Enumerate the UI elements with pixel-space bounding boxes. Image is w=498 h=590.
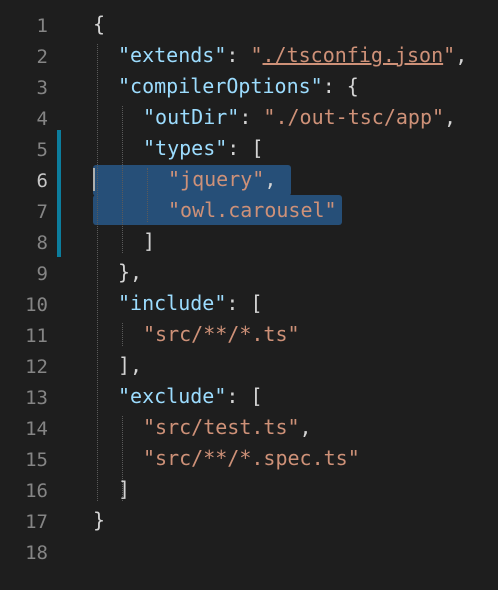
code-token: "src/**/*.ts" <box>143 322 300 346</box>
line-content: "outDir": "./out-tsc/app", <box>143 102 456 133</box>
line-number: 13 <box>25 387 48 409</box>
code-line[interactable]: 9}, <box>0 257 498 288</box>
code-token: : <box>226 43 251 67</box>
line-number: 3 <box>36 77 48 99</box>
line-content: "src/**/*.ts" <box>143 319 300 350</box>
code-line[interactable]: 7 "owl.carousel" <box>0 195 498 226</box>
code-token: "jquery" <box>168 167 265 191</box>
line-content: "exclude": [ <box>118 381 263 412</box>
line-number: 1 <box>36 15 48 37</box>
code-token: "compilerOptions" <box>118 74 323 98</box>
code-token: "./out-tsc/app" <box>263 105 445 129</box>
line-number: 14 <box>25 418 48 440</box>
code-line[interactable]: 6 "jquery", <box>0 164 498 195</box>
code-line[interactable]: 10 "include": [ <box>0 288 498 319</box>
line-content: "extends": "./tsconfig.json", <box>118 40 467 71</box>
line-content: ] <box>143 226 155 257</box>
code-line[interactable]: 8] <box>0 226 498 257</box>
line-content: "compilerOptions": { <box>118 71 359 102</box>
line-content: } <box>93 505 105 536</box>
code-token: "include" <box>118 291 227 315</box>
code-token: : { <box>322 74 359 98</box>
line-number: 12 <box>25 356 48 378</box>
line-content: { <box>93 9 105 40</box>
code-line[interactable]: 13 "exclude": [ <box>0 381 498 412</box>
line-number: 11 <box>25 325 48 347</box>
code-token: , <box>299 415 312 439</box>
code-line[interactable]: 12], <box>0 350 498 381</box>
line-content: "owl.carousel" <box>168 195 337 226</box>
code-token: : <box>239 105 264 129</box>
code-token: ] <box>118 477 131 501</box>
line-content: "types": [ <box>143 133 263 164</box>
code-token: , <box>455 43 468 67</box>
line-number: 18 <box>25 542 48 564</box>
code-token: } <box>93 508 106 532</box>
line-number: 7 <box>36 201 48 223</box>
line-content: "include": [ <box>118 288 263 319</box>
code-token: "owl.carousel" <box>168 198 337 222</box>
code-token: ], <box>118 353 143 377</box>
code-line[interactable]: 11 "src/**/*.ts" <box>0 319 498 350</box>
code-token: , <box>444 105 457 129</box>
code-line[interactable]: 4 "outDir": "./out-tsc/app", <box>0 102 498 133</box>
code-token: "outDir" <box>143 105 240 129</box>
code-editor[interactable]: 1{2 "extends": "./tsconfig.json", 3 "compil… <box>0 0 498 590</box>
code-token: : [ <box>227 136 264 160</box>
code-token: " <box>443 43 456 67</box>
line-number: 16 <box>25 480 48 502</box>
code-line[interactable]: 1{ <box>0 9 498 40</box>
line-number: 5 <box>36 139 48 161</box>
line-content: ], <box>118 350 142 381</box>
code-line[interactable]: 5 "types": [ <box>0 133 498 164</box>
line-number: 9 <box>36 263 48 285</box>
code-line[interactable]: 18 <box>0 536 498 567</box>
code-line[interactable]: 15 "src/**/*.spec.ts" <box>0 443 498 474</box>
code-token: "extends" <box>118 43 227 67</box>
code-token: }, <box>118 260 143 284</box>
line-content: ] <box>118 474 130 505</box>
code-line[interactable]: 16] <box>0 474 498 505</box>
code-line[interactable]: 2 "extends": "./tsconfig.json", <box>0 40 498 71</box>
code-token: "src/test.ts" <box>143 415 300 439</box>
code-token: : [ <box>226 291 263 315</box>
line-content: "jquery", <box>168 164 276 195</box>
code-line[interactable]: 14 "src/test.ts", <box>0 412 498 443</box>
code-token: " <box>250 43 263 67</box>
code-token: : [ <box>226 384 263 408</box>
code-line[interactable]: 17} <box>0 505 498 536</box>
file-link[interactable]: ./tsconfig.json <box>263 43 444 67</box>
code-token: "exclude" <box>118 384 227 408</box>
line-content: }, <box>118 257 142 288</box>
code-token: { <box>93 12 106 36</box>
text-cursor <box>93 168 95 191</box>
line-number: 6 <box>36 170 48 192</box>
line-number: 10 <box>25 294 48 316</box>
code-token: "types" <box>143 136 228 160</box>
line-number: 2 <box>36 46 48 68</box>
line-content: "src/test.ts", <box>143 412 312 443</box>
code-token: "src/**/*.spec.ts" <box>143 446 360 470</box>
code-token: ] <box>143 229 156 253</box>
line-content: "src/**/*.spec.ts" <box>143 443 360 474</box>
line-number: 17 <box>25 511 48 533</box>
code-token: , <box>264 167 277 191</box>
line-number: 4 <box>36 108 48 130</box>
code-line[interactable]: 3 "compilerOptions": { <box>0 71 498 102</box>
line-number: 8 <box>36 232 48 254</box>
line-number: 15 <box>25 449 48 471</box>
